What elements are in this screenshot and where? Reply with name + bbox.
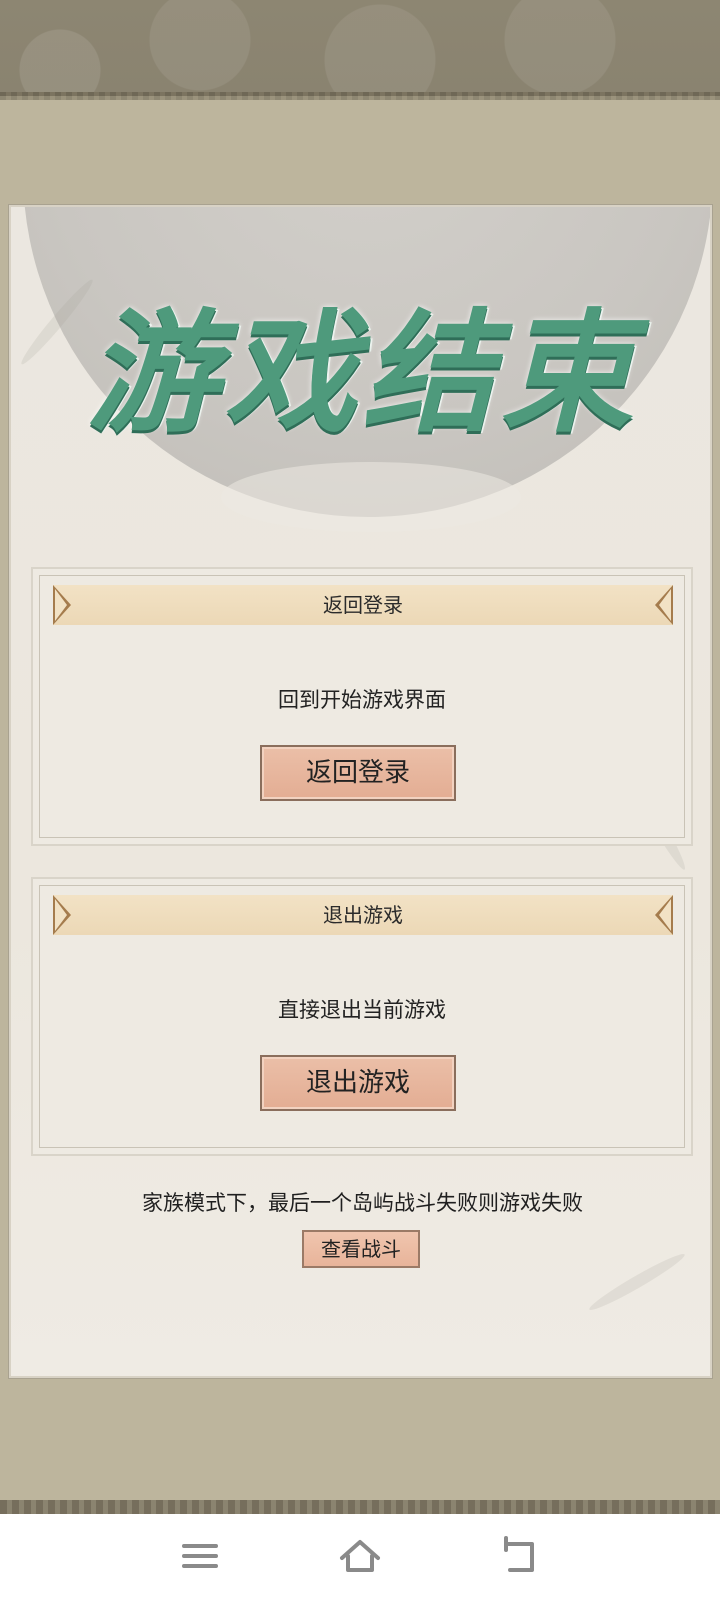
card-description: 回到开始游戏界面 [278,688,446,712]
bamboo-leaf-decoration [586,1249,688,1315]
exit-game-button[interactable]: 退出游戏 [260,1055,456,1111]
bottom-decorative-band [0,1500,720,1514]
card-banner-label: 返回登录 [323,593,403,617]
home-icon[interactable] [336,1532,384,1580]
card-description: 直接退出当前游戏 [278,998,446,1022]
exit-game-card: 退出游戏 直接退出当前游戏 退出游戏 [31,877,693,1156]
card-banner: 返回登录 [53,585,673,625]
menu-icon[interactable] [176,1532,224,1580]
system-navigation-bar [0,1514,720,1600]
top-decorative-band [0,0,720,100]
family-mode-note: 家族模式下，最后一个岛屿战斗失败则游戏失败 [142,1191,583,1215]
card-banner: 退出游戏 [53,895,673,935]
card-banner-label: 退出游戏 [323,903,403,927]
back-icon[interactable] [496,1532,544,1580]
return-login-button[interactable]: 返回登录 [260,745,456,801]
return-login-card: 返回登录 回到开始游戏界面 返回登录 [31,567,693,846]
cloud-decoration [221,462,521,532]
game-over-panel: 游戏结束 返回登录 回到开始游戏界面 返回登录 退出游戏 直接退出当前游戏 退出… [9,205,712,1378]
page-title: 游戏结束 [86,296,639,451]
view-battle-button[interactable]: 查看战斗 [302,1230,420,1268]
